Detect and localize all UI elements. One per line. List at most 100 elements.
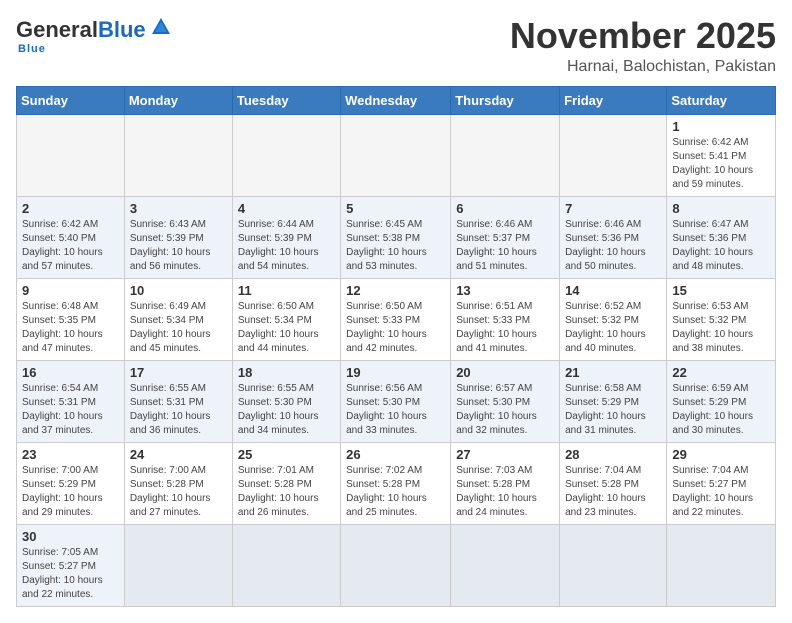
day-info: Sunrise: 6:50 AM Sunset: 5:34 PM Dayligh… xyxy=(238,300,335,356)
calendar-week-row: 1 Sunrise: 6:42 AM Sunset: 5:41 PM Daylig… xyxy=(17,114,776,196)
day-info: Sunrise: 7:04 AM Sunset: 5:28 PM Dayligh… xyxy=(565,464,661,520)
day-info: Sunrise: 6:47 AM Sunset: 5:36 PM Dayligh… xyxy=(672,218,770,274)
calendar-cell xyxy=(232,114,340,196)
calendar-week-row: 9 Sunrise: 6:48 AM Sunset: 5:35 PM Daylig… xyxy=(17,278,776,360)
day-info: Sunrise: 6:43 AM Sunset: 5:39 PM Dayligh… xyxy=(130,218,227,274)
calendar-header-row: Sunday Monday Tuesday Wednesday Thursday… xyxy=(17,86,776,114)
calendar-cell xyxy=(232,524,340,606)
day-number: 29 xyxy=(672,447,770,462)
calendar-cell: 17Sunrise: 6:55 AM Sunset: 5:31 PM Dayli… xyxy=(124,360,232,442)
day-info: Sunrise: 6:55 AM Sunset: 5:31 PM Dayligh… xyxy=(130,382,227,438)
calendar-cell: 9 Sunrise: 6:48 AM Sunset: 5:35 PM Daylig… xyxy=(17,278,125,360)
calendar-cell: 6 Sunrise: 6:46 AM Sunset: 5:37 PM Daylig… xyxy=(451,196,560,278)
day-info: Sunrise: 6:48 AM Sunset: 5:35 PM Dayligh… xyxy=(22,300,119,356)
calendar-cell xyxy=(341,524,451,606)
day-number: 23 xyxy=(22,447,119,462)
calendar-cell: 3Sunrise: 6:43 AM Sunset: 5:39 PM Daylig… xyxy=(124,196,232,278)
day-info: Sunrise: 7:00 AM Sunset: 5:28 PM Dayligh… xyxy=(130,464,227,520)
day-info: Sunrise: 7:03 AM Sunset: 5:28 PM Dayligh… xyxy=(456,464,554,520)
calendar-cell: 30Sunrise: 7:05 AM Sunset: 5:27 PM Dayli… xyxy=(17,524,125,606)
calendar-cell: 12 Sunrise: 6:50 AM Sunset: 5:33 PM Dayli… xyxy=(341,278,451,360)
day-info: Sunrise: 6:51 AM Sunset: 5:33 PM Dayligh… xyxy=(456,300,554,356)
calendar-subtitle: Harnai, Balochistan, Pakistan xyxy=(510,58,776,76)
day-info: Sunrise: 6:46 AM Sunset: 5:37 PM Dayligh… xyxy=(456,218,554,274)
day-number: 25 xyxy=(238,447,335,462)
day-number: 27 xyxy=(456,447,554,462)
day-info: Sunrise: 7:04 AM Sunset: 5:27 PM Dayligh… xyxy=(672,464,770,520)
day-number: 1 xyxy=(672,119,770,134)
calendar-table: Sunday Monday Tuesday Wednesday Thursday… xyxy=(16,86,776,607)
calendar-cell xyxy=(341,114,451,196)
calendar-cell xyxy=(560,114,667,196)
day-info: Sunrise: 6:42 AM Sunset: 5:41 PM Dayligh… xyxy=(672,136,770,192)
calendar-cell: 13Sunrise: 6:51 AM Sunset: 5:33 PM Dayli… xyxy=(451,278,560,360)
calendar-cell: 5 Sunrise: 6:45 AM Sunset: 5:38 PM Daylig… xyxy=(341,196,451,278)
day-number: 26 xyxy=(346,447,445,462)
day-info: Sunrise: 7:01 AM Sunset: 5:28 PM Dayligh… xyxy=(238,464,335,520)
header-tuesday: Tuesday xyxy=(232,86,340,114)
day-info: Sunrise: 6:50 AM Sunset: 5:33 PM Dayligh… xyxy=(346,300,445,356)
calendar-cell: 21 Sunrise: 6:58 AM Sunset: 5:29 PM Dayli… xyxy=(560,360,667,442)
day-number: 21 xyxy=(565,365,661,380)
day-info: Sunrise: 7:00 AM Sunset: 5:29 PM Dayligh… xyxy=(22,464,119,520)
day-number: 16 xyxy=(22,365,119,380)
calendar-cell: 24 Sunrise: 7:00 AM Sunset: 5:28 PM Dayli… xyxy=(124,442,232,524)
day-number: 2 xyxy=(22,201,119,216)
title-area: November 2025 Harnai, Balochistan, Pakis… xyxy=(510,16,776,76)
day-info: Sunrise: 6:59 AM Sunset: 5:29 PM Dayligh… xyxy=(672,382,770,438)
logo-tagline: Blue xyxy=(18,43,46,55)
day-number: 18 xyxy=(238,365,335,380)
header-friday: Friday xyxy=(560,86,667,114)
calendar-cell: 7 Sunrise: 6:46 AM Sunset: 5:36 PM Daylig… xyxy=(560,196,667,278)
day-number: 9 xyxy=(22,283,119,298)
calendar-cell: 1 Sunrise: 6:42 AM Sunset: 5:41 PM Daylig… xyxy=(667,114,776,196)
header-monday: Monday xyxy=(124,86,232,114)
calendar-cell: 28 Sunrise: 7:04 AM Sunset: 5:28 PM Dayli… xyxy=(560,442,667,524)
calendar-cell: 10Sunrise: 6:49 AM Sunset: 5:34 PM Dayli… xyxy=(124,278,232,360)
header: General Blue Blue November 2025 Harnai, … xyxy=(16,16,776,76)
calendar-cell: 18 Sunrise: 6:55 AM Sunset: 5:30 PM Dayli… xyxy=(232,360,340,442)
calendar-cell: 4 Sunrise: 6:44 AM Sunset: 5:39 PM Daylig… xyxy=(232,196,340,278)
calendar-cell: 8 Sunrise: 6:47 AM Sunset: 5:36 PM Daylig… xyxy=(667,196,776,278)
calendar-cell: 2 Sunrise: 6:42 AM Sunset: 5:40 PM Daylig… xyxy=(17,196,125,278)
day-number: 22 xyxy=(672,365,770,380)
calendar-cell xyxy=(451,114,560,196)
day-number: 24 xyxy=(130,447,227,462)
day-info: Sunrise: 6:46 AM Sunset: 5:36 PM Dayligh… xyxy=(565,218,661,274)
day-number: 7 xyxy=(565,201,661,216)
day-info: Sunrise: 6:53 AM Sunset: 5:32 PM Dayligh… xyxy=(672,300,770,356)
header-saturday: Saturday xyxy=(667,86,776,114)
calendar-cell: 20Sunrise: 6:57 AM Sunset: 5:30 PM Dayli… xyxy=(451,360,560,442)
calendar-cell: 27 Sunrise: 7:03 AM Sunset: 5:28 PM Dayli… xyxy=(451,442,560,524)
day-info: Sunrise: 6:49 AM Sunset: 5:34 PM Dayligh… xyxy=(130,300,227,356)
day-info: Sunrise: 6:45 AM Sunset: 5:38 PM Dayligh… xyxy=(346,218,445,274)
day-number: 30 xyxy=(22,529,119,544)
calendar-cell: 19Sunrise: 6:56 AM Sunset: 5:30 PM Dayli… xyxy=(341,360,451,442)
calendar-cell xyxy=(17,114,125,196)
day-number: 11 xyxy=(238,283,335,298)
calendar-cell: 26 Sunrise: 7:02 AM Sunset: 5:28 PM Dayli… xyxy=(341,442,451,524)
day-info: Sunrise: 6:58 AM Sunset: 5:29 PM Dayligh… xyxy=(565,382,661,438)
logo-blue-text: Blue xyxy=(98,17,146,43)
calendar-cell xyxy=(124,524,232,606)
calendar-cell xyxy=(667,524,776,606)
day-number: 8 xyxy=(672,201,770,216)
header-wednesday: Wednesday xyxy=(341,86,451,114)
day-number: 15 xyxy=(672,283,770,298)
calendar-cell: 14Sunrise: 6:52 AM Sunset: 5:32 PM Dayli… xyxy=(560,278,667,360)
day-number: 28 xyxy=(565,447,661,462)
day-number: 12 xyxy=(346,283,445,298)
logo-icon xyxy=(150,16,172,43)
calendar-week-row: 30Sunrise: 7:05 AM Sunset: 5:27 PM Dayli… xyxy=(17,524,776,606)
day-info: Sunrise: 6:55 AM Sunset: 5:30 PM Dayligh… xyxy=(238,382,335,438)
day-info: Sunrise: 6:54 AM Sunset: 5:31 PM Dayligh… xyxy=(22,382,119,438)
day-number: 4 xyxy=(238,201,335,216)
logo: General Blue xyxy=(16,16,172,43)
day-number: 5 xyxy=(346,201,445,216)
day-info: Sunrise: 6:56 AM Sunset: 5:30 PM Dayligh… xyxy=(346,382,445,438)
day-info: Sunrise: 6:44 AM Sunset: 5:39 PM Dayligh… xyxy=(238,218,335,274)
calendar-cell xyxy=(560,524,667,606)
day-info: Sunrise: 6:42 AM Sunset: 5:40 PM Dayligh… xyxy=(22,218,119,274)
day-number: 6 xyxy=(456,201,554,216)
day-info: Sunrise: 7:02 AM Sunset: 5:28 PM Dayligh… xyxy=(346,464,445,520)
